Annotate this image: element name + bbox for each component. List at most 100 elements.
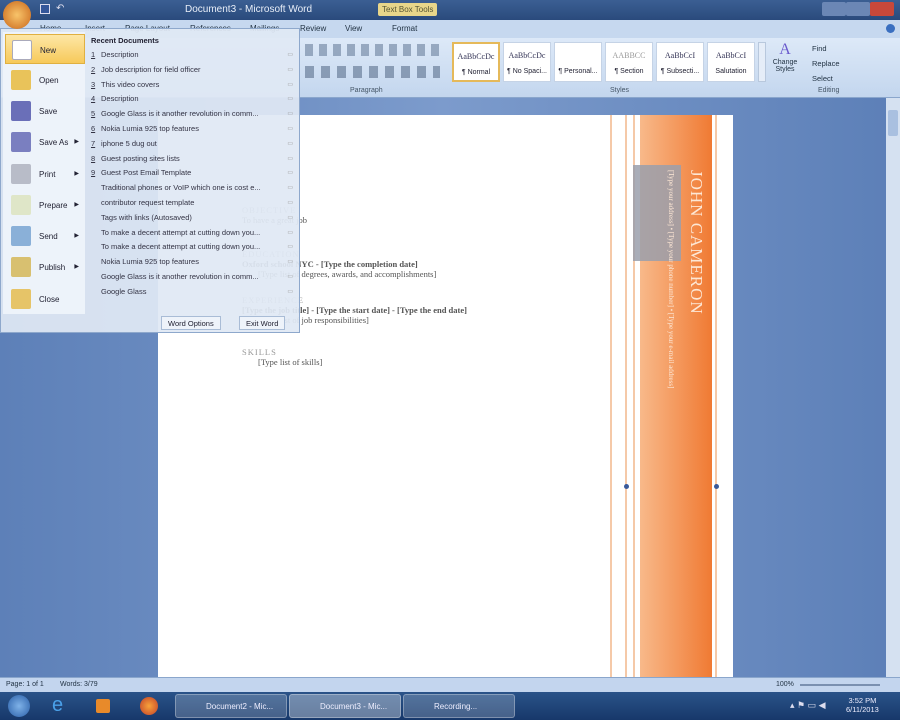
item-name: This video covers [101, 79, 160, 89]
help-icon[interactable] [886, 24, 895, 33]
taskbar-item-document3[interactable]: Document3 - Mic... [289, 694, 401, 718]
contact-info[interactable]: [Type your address] • [Type your phone n… [667, 170, 675, 388]
recent-document-item[interactable]: 3 This video covers ▭ [87, 78, 299, 93]
recent-document-item[interactable]: 8 Guest posting sites lists ▭ [87, 152, 299, 167]
zoom-level[interactable]: 100% [776, 681, 794, 688]
pin-icon[interactable]: ▭ [287, 169, 293, 176]
style-section[interactable]: AABBCC ¶ Section [605, 42, 653, 82]
tray-icons[interactable]: ▴ ⚑ ▭ ◀ [790, 700, 826, 711]
paragraph-tools[interactable] [305, 44, 440, 56]
recent-document-item[interactable]: 2 Job description for field officer ▭ [87, 63, 299, 78]
clock-date[interactable]: 6/11/2013 [846, 705, 879, 714]
recent-document-item[interactable]: To make a decent attempt at cutting down… [87, 226, 299, 241]
submenu-arrow-icon: ▶ [74, 264, 79, 270]
pin-icon[interactable]: ▭ [287, 110, 293, 117]
quick-save-icon[interactable] [40, 4, 50, 14]
pin-icon[interactable]: ▭ [287, 81, 293, 88]
recent-documents: Recent Documents 1 Description ▭ 2 Job descr… [87, 32, 299, 300]
style-salutation[interactable]: AaBbCcI Salutation [707, 42, 755, 82]
style-normal[interactable]: AaBbCcDc ¶ Normal [452, 42, 500, 82]
scroll-thumb[interactable] [888, 110, 898, 136]
recent-document-item[interactable]: Google Glass ▭ [87, 285, 299, 300]
style-no-spacing[interactable]: AaBbCcDc ¶ No Spaci... [503, 42, 551, 82]
clock-time[interactable]: 3:52 PM [846, 696, 879, 705]
pin-icon[interactable]: ▭ [287, 258, 293, 265]
menu-send[interactable]: Send ▶ [5, 221, 85, 251]
recent-document-item[interactable]: To make a decent attempt at cutting down… [87, 240, 299, 255]
vertical-scrollbar[interactable] [886, 98, 900, 677]
pin-icon[interactable]: ▭ [287, 214, 293, 221]
recent-document-item[interactable]: 6 Nokia Lumia 925 top features ▭ [87, 122, 299, 137]
pin-icon[interactable]: ▭ [287, 95, 293, 102]
alignment-tools[interactable] [305, 66, 440, 78]
recent-document-item[interactable]: 7 iphone 5 dug out ▭ [87, 137, 299, 152]
menu-print[interactable]: Print ▶ [5, 159, 85, 189]
pin-icon[interactable]: ▭ [287, 273, 293, 280]
pin-icon[interactable]: ▭ [287, 184, 293, 191]
pin-icon[interactable]: ▭ [287, 125, 293, 132]
tab-view[interactable]: View [345, 24, 362, 33]
word-options-button[interactable]: Word Options [161, 316, 221, 330]
resize-handle[interactable] [714, 484, 719, 489]
recent-document-item[interactable]: 4 Description ▭ [87, 92, 299, 107]
menu-save-as[interactable]: Save As ▶ [5, 127, 85, 157]
title-bar: ↶ Document3 - Microsoft Word Text Box To… [0, 0, 900, 29]
change-styles-button[interactable]: A Change Styles [768, 41, 802, 73]
styles-scroll[interactable] [758, 42, 766, 82]
recent-document-item[interactable]: 9 Guest Post Email Template ▭ [87, 166, 299, 181]
menu-prepare[interactable]: Prepare ▶ [5, 190, 85, 220]
style-subsection[interactable]: AaBbCcI ¶ Subsecti... [656, 42, 704, 82]
tab-review[interactable]: Review [300, 24, 326, 33]
media-player-icon[interactable] [96, 699, 110, 713]
pin-icon[interactable]: ▭ [287, 243, 293, 250]
recent-document-item[interactable]: Traditional phones or VoIP which one is … [87, 181, 299, 196]
select-button[interactable]: Select [812, 71, 840, 86]
resume-name[interactable]: JOHN CAMERON [686, 170, 706, 315]
recent-document-item[interactable]: 1 Description ▭ [87, 48, 299, 63]
undo-icon[interactable]: ↶ [56, 3, 64, 14]
recent-document-item[interactable]: 5 Google Glass is it another revolution i… [87, 107, 299, 122]
page-count[interactable]: Page: 1 of 1 [6, 681, 44, 688]
office-menu: New Open Save Save As ▶ Print ▶ Prepare ▶ S… [0, 28, 300, 333]
menu-open[interactable]: Open [5, 65, 85, 95]
minimize-button[interactable] [822, 2, 846, 16]
start-button[interactable] [8, 695, 30, 717]
exit-word-button[interactable]: Exit Word [239, 316, 286, 330]
pin-icon[interactable]: ▭ [287, 229, 293, 236]
pin-icon[interactable]: ▭ [287, 199, 293, 206]
ie-icon[interactable]: e [52, 694, 63, 717]
style-sample: AaBbCcI [664, 51, 696, 60]
office-button[interactable] [3, 1, 31, 29]
menu-save[interactable]: Save [5, 96, 85, 126]
close-button[interactable] [870, 2, 894, 16]
publish-icon [11, 257, 31, 277]
style-name: ¶ Normal [461, 69, 491, 76]
pin-icon[interactable]: ▭ [287, 155, 293, 162]
zoom-slider[interactable] [800, 684, 880, 686]
menu-publish[interactable]: Publish ▶ [5, 252, 85, 282]
pin-icon[interactable]: ▭ [287, 140, 293, 147]
menu-new[interactable]: New [5, 34, 85, 64]
find-button[interactable]: Find [812, 41, 840, 56]
word-count[interactable]: Words: 3/79 [60, 681, 98, 688]
submenu-arrow-icon: ▶ [74, 171, 79, 177]
item-name: iphone 5 dug out [101, 138, 157, 148]
tab-format[interactable]: Format [392, 24, 417, 33]
menu-label: Open [39, 76, 59, 85]
taskbar-item-document2[interactable]: Document2 - Mic... [175, 694, 287, 718]
style-personal[interactable]: ¶ Personal... [554, 42, 602, 82]
maximize-button[interactable] [846, 2, 870, 16]
recent-document-item[interactable]: Google Glass is it another revolution in… [87, 270, 299, 285]
pin-icon[interactable]: ▭ [287, 66, 293, 73]
skills-detail[interactable]: [Type list of skills] [242, 357, 467, 367]
pin-icon[interactable]: ▭ [287, 288, 293, 295]
resize-handle[interactable] [624, 484, 629, 489]
taskbar-item-recording[interactable]: Recording... [403, 694, 515, 718]
recent-document-item[interactable]: contributor request template ▭ [87, 196, 299, 211]
replace-button[interactable]: Replace [812, 56, 840, 71]
firefox-icon[interactable] [140, 697, 158, 715]
recent-document-item[interactable]: Tags with links (Autosaved) ▭ [87, 211, 299, 226]
menu-close[interactable]: Close [5, 284, 85, 314]
pin-icon[interactable]: ▭ [287, 51, 293, 58]
recent-document-item[interactable]: Nokia Lumia 925 top features ▭ [87, 255, 299, 270]
